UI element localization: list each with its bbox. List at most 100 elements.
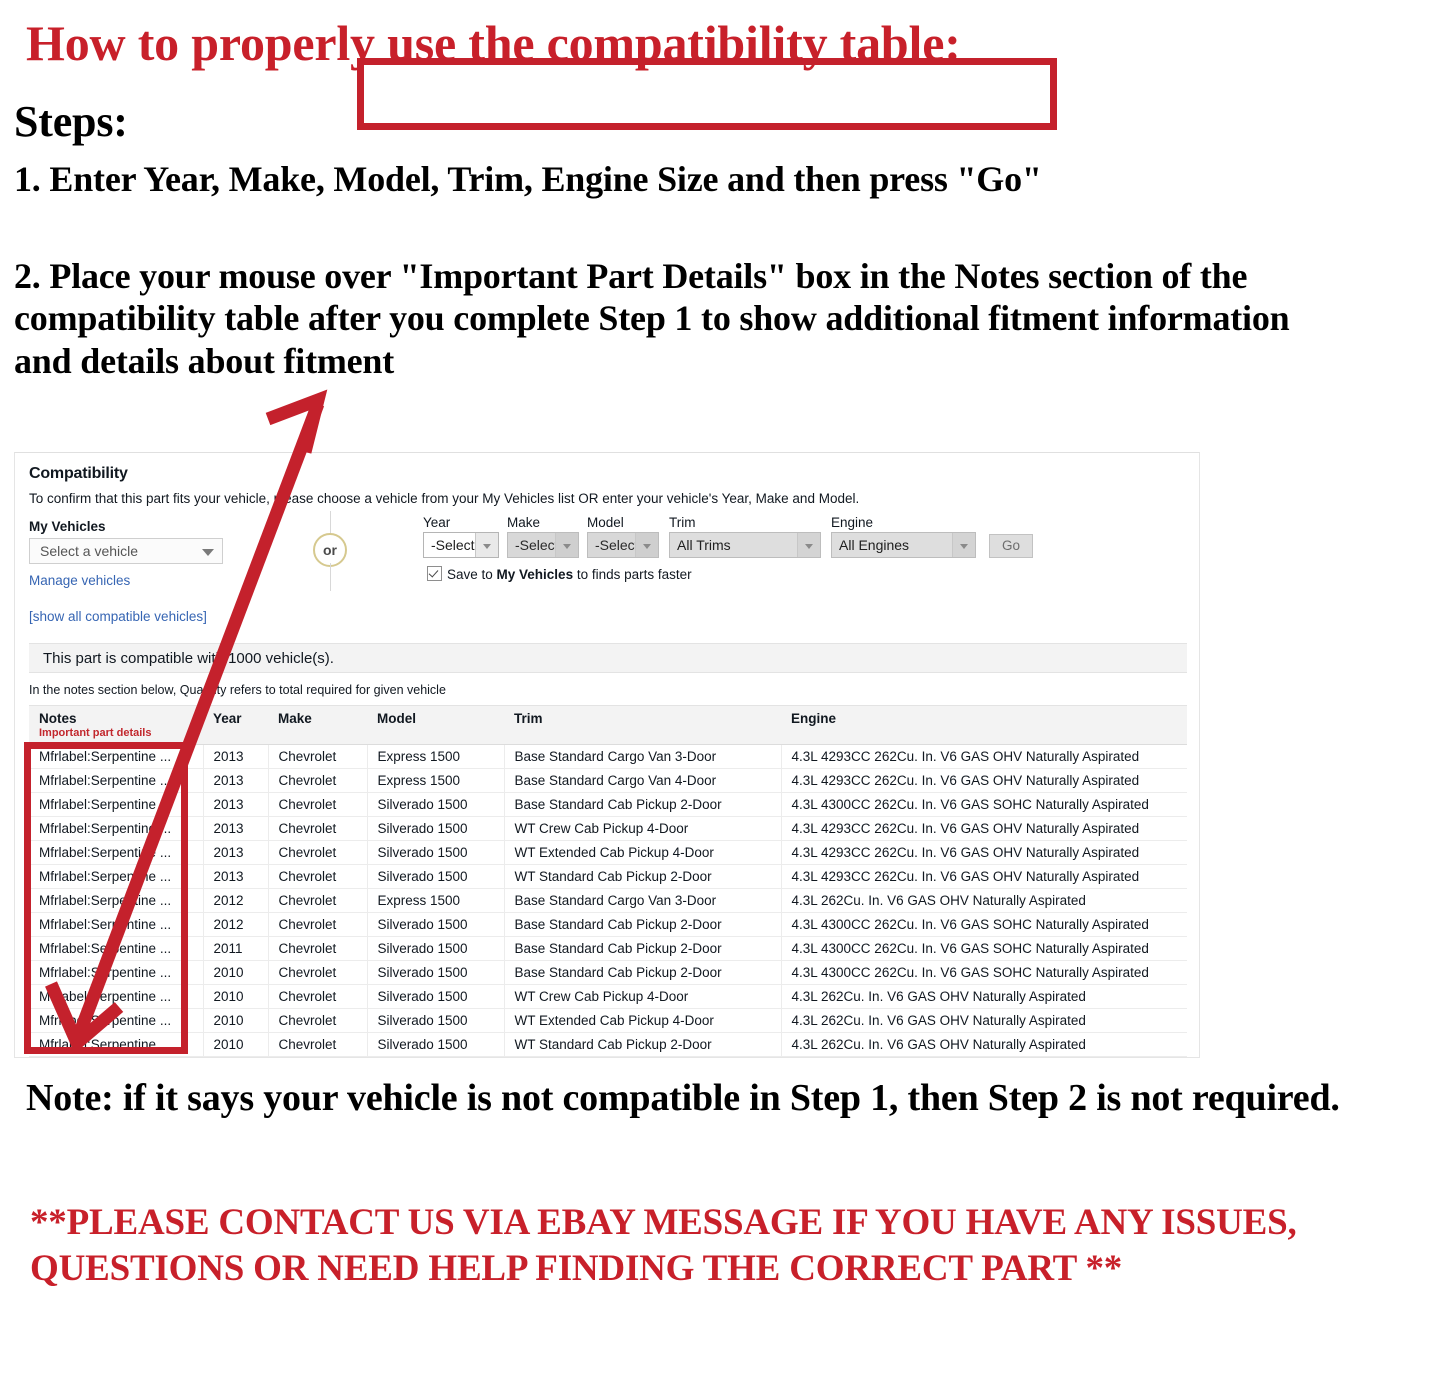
table-row: Mfrlabel:Serpentine ... 2013 Chevrolet Silv… [29, 840, 1187, 865]
steps-label: Steps: [14, 97, 128, 146]
column-header-trim: Trim [504, 705, 781, 745]
go-button[interactable]: Go [989, 534, 1033, 558]
cell-trim: WT Extended Cab Pickup 4-Door [504, 840, 782, 865]
table-row: Mfrlabel:Serpentine ... 2013 Chevrolet Silv… [29, 816, 1187, 841]
cell-engine: 4.3L 4293CC 262Cu. In. V6 GAS OHV Natura… [781, 744, 1187, 769]
cell-year: 2012 [203, 888, 269, 913]
column-header-make: Make [268, 705, 367, 745]
cell-notes[interactable]: Mfrlabel:Serpentine ... [29, 768, 204, 793]
cell-model: Express 1500 [367, 744, 505, 769]
or-divider-line-bottom [330, 563, 331, 591]
cell-model: Silverado 1500 [367, 1008, 505, 1033]
cell-trim: Base Standard Cargo Van 4-Door [504, 768, 782, 793]
compatibility-widget: Compatibility To confirm that this part … [14, 452, 1200, 1058]
cell-make: Chevrolet [268, 864, 368, 889]
engine-label: Engine [831, 515, 874, 530]
save-to-my-vehicles-row[interactable]: Save to My Vehicles to finds parts faste… [427, 566, 692, 582]
cell-year: 2010 [203, 1008, 269, 1033]
make-select[interactable]: -Select- [507, 532, 579, 558]
cell-make: Chevrolet [268, 984, 368, 1009]
cell-notes[interactable]: Mfrlabel:Serpentine ... [29, 912, 204, 937]
cell-model: Silverado 1500 [367, 792, 505, 817]
column-header-year: Year [203, 705, 268, 745]
cell-make: Chevrolet [268, 768, 368, 793]
cell-notes[interactable]: Mfrlabel:Serpentine ... [29, 984, 204, 1009]
cell-year: 2010 [203, 984, 269, 1009]
step-1-text: 1. Enter Year, Make, Model, Trim, Engine… [14, 159, 1042, 199]
save-bold-text: My Vehicles [496, 567, 574, 582]
cell-notes[interactable]: Mfrlabel:Serpentine ... [29, 888, 204, 913]
year-field: Year -Select- [423, 515, 499, 558]
cell-notes[interactable]: Mfrlabel:Serpentine ... [29, 864, 204, 889]
cell-notes[interactable]: Mfrlabel:Serpentine ... [29, 744, 204, 769]
table-row: Mfrlabel:Serpentine ... 2010 Chevrolet Silv… [29, 984, 1187, 1009]
table-row: Mfrlabel:Serpentine ... 2010 Chevrolet Silv… [29, 1032, 1187, 1057]
table-row: Mfrlabel:Serpentine ... 2011 Chevrolet Silv… [29, 936, 1187, 961]
cell-trim: Base Standard Cargo Van 3-Door [504, 888, 782, 913]
cell-notes[interactable]: Mfrlabel:Serpentine ... [29, 1008, 204, 1033]
cell-model: Silverado 1500 [367, 960, 505, 985]
cell-make: Chevrolet [268, 912, 368, 937]
cell-notes[interactable]: Mfrlabel:Serpentine ... [29, 792, 204, 817]
show-all-compatible-vehicles-link[interactable]: [show all compatible vehicles] [29, 609, 207, 624]
cell-notes[interactable]: Mfrlabel:Serpentine ... [29, 936, 204, 961]
engine-value: All Engines [839, 537, 910, 553]
manage-vehicles-link[interactable]: Manage vehicles [29, 573, 130, 588]
cell-year: 2013 [203, 864, 269, 889]
compatible-count-banner: This part is compatible with 1000 vehicl… [29, 643, 1187, 673]
chevron-down-icon [202, 549, 214, 556]
table-row: Mfrlabel:Serpentine ... 2010 Chevrolet Silv… [29, 1008, 1187, 1033]
cell-make: Chevrolet [268, 792, 368, 817]
cell-notes[interactable]: Mfrlabel:Serpentine ... [29, 816, 204, 841]
cell-make: Chevrolet [268, 816, 368, 841]
engine-select[interactable]: All Engines [831, 532, 976, 558]
cell-year: 2012 [203, 912, 269, 937]
cell-model: Silverado 1500 [367, 912, 505, 937]
cell-year: 2013 [203, 792, 269, 817]
cell-trim: WT Crew Cab Pickup 4-Door [504, 984, 782, 1009]
cell-make: Chevrolet [268, 1008, 368, 1033]
my-vehicles-select[interactable]: Select a vehicle [29, 538, 223, 564]
cell-engine: 4.3L 4300CC 262Cu. In. V6 GAS SOHC Natur… [781, 792, 1187, 817]
model-select[interactable]: -Select- [587, 532, 659, 558]
save-suffix-text: to finds parts faster [573, 567, 692, 582]
cell-trim: Base Standard Cab Pickup 2-Door [504, 960, 782, 985]
cell-trim: WT Extended Cab Pickup 4-Door [504, 1008, 782, 1033]
cell-notes[interactable]: Mfrlabel:Serpentine ... [29, 1032, 204, 1057]
cell-engine: 4.3L 4293CC 262Cu. In. V6 GAS OHV Natura… [781, 864, 1187, 889]
save-prefix-text: Save to [447, 567, 497, 582]
cell-engine: 4.3L 4293CC 262Cu. In. V6 GAS OHV Natura… [781, 768, 1187, 793]
trim-label: Trim [669, 515, 696, 530]
cell-engine: 4.3L 262Cu. In. V6 GAS OHV Naturally Asp… [781, 1032, 1187, 1057]
cell-notes[interactable]: Mfrlabel:Serpentine ... [29, 840, 204, 865]
chevron-down-icon [555, 533, 578, 557]
table-row: Mfrlabel:Serpentine ... 2013 Chevrolet Expr… [29, 744, 1187, 769]
cell-model: Silverado 1500 [367, 984, 505, 1009]
cell-trim: WT Standard Cab Pickup 2-Door [504, 864, 782, 889]
make-label: Make [507, 515, 541, 530]
chevron-down-icon [475, 533, 498, 557]
year-select[interactable]: -Select- [423, 532, 499, 558]
model-label: Model [587, 515, 624, 530]
trim-value: All Trims [677, 537, 731, 553]
cell-model: Silverado 1500 [367, 840, 505, 865]
table-row: Mfrlabel:Serpentine ... 2012 Chevrolet Expr… [29, 888, 1187, 913]
table-row: Mfrlabel:Serpentine ... 2013 Chevrolet Expr… [29, 768, 1187, 793]
page-title: How to properly use the compatibility ta… [26, 15, 961, 71]
or-divider: or [303, 511, 359, 591]
trim-select[interactable]: All Trims [669, 532, 821, 558]
save-to-my-vehicles-checkbox[interactable] [427, 566, 442, 581]
cell-make: Chevrolet [268, 888, 368, 913]
fitment-table-body: Mfrlabel:Serpentine ... 2013 Chevrolet Expr… [29, 744, 1187, 1057]
model-field: Model -Select- [587, 515, 659, 558]
cell-model: Silverado 1500 [367, 1032, 505, 1057]
cell-notes[interactable]: Mfrlabel:Serpentine ... [29, 960, 204, 985]
cell-trim: WT Crew Cab Pickup 4-Door [504, 816, 782, 841]
cell-model: Express 1500 [367, 888, 505, 913]
chevron-down-icon [797, 533, 820, 557]
cell-engine: 4.3L 262Cu. In. V6 GAS OHV Naturally Asp… [781, 888, 1187, 913]
contact-text: **PLEASE CONTACT US VIA EBAY MESSAGE IF … [30, 1202, 1297, 1290]
my-vehicles-value: Select a vehicle [40, 543, 139, 559]
compatibility-subtitle: To confirm that this part fits your vehi… [29, 491, 860, 506]
cell-trim: Base Standard Cab Pickup 2-Door [504, 912, 782, 937]
